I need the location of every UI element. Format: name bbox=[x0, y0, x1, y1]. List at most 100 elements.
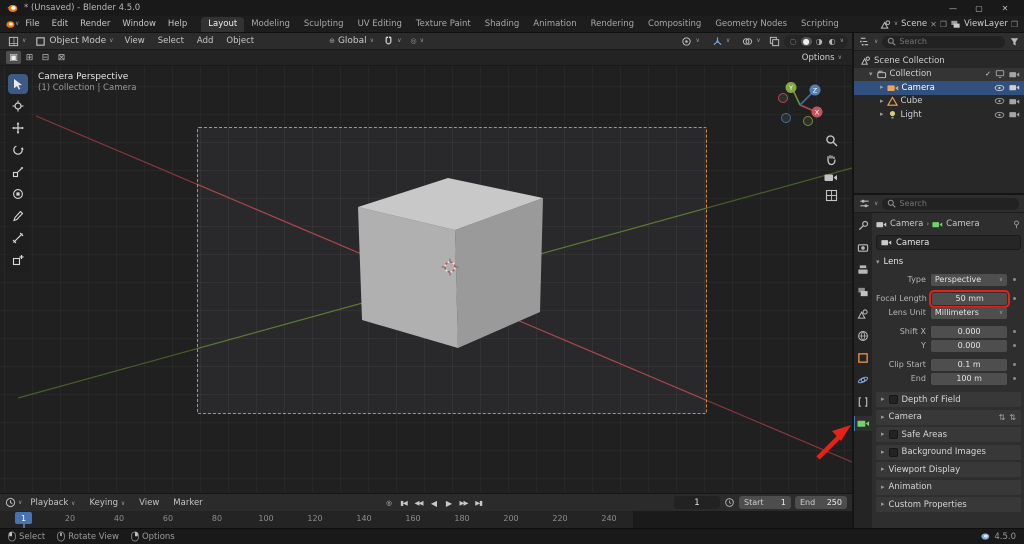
viewport-menu-object[interactable]: Object bbox=[220, 34, 260, 48]
close-button[interactable]: ✕ bbox=[992, 0, 1018, 16]
data-name-field[interactable] bbox=[876, 235, 1021, 250]
lens-unit-dropdown[interactable]: Millimeters ∨ bbox=[930, 306, 1008, 319]
section-expand-icon[interactable]: ▸ bbox=[881, 448, 885, 456]
tool-cursor[interactable] bbox=[8, 96, 28, 116]
overlays-toggle[interactable]: ∨ bbox=[738, 36, 764, 47]
tool-rotate[interactable] bbox=[8, 140, 28, 160]
properties-editor-caret-icon[interactable]: ∨ bbox=[874, 200, 878, 207]
animate-property-dot[interactable] bbox=[1007, 278, 1021, 281]
tab-view-layer[interactable] bbox=[854, 284, 872, 299]
timeline-view-menu[interactable]: View bbox=[133, 496, 165, 510]
outliner-search[interactable] bbox=[882, 35, 1006, 48]
object-visibility-filter[interactable]: ∨ bbox=[677, 36, 703, 47]
workspace-tab-layout[interactable]: Layout bbox=[201, 16, 245, 32]
shading-solid-icon[interactable]: ● bbox=[800, 36, 812, 46]
options-button[interactable]: Options ∨ bbox=[798, 53, 846, 63]
workspace-tab-rendering[interactable]: Rendering bbox=[584, 17, 641, 32]
timeline-editor-caret-icon[interactable]: ∨ bbox=[18, 499, 22, 506]
timeline-ruler[interactable]: 20 40 60 80 100 120 140 160 180 200 220 … bbox=[0, 511, 852, 529]
animate-property-dot[interactable] bbox=[1007, 344, 1021, 347]
section-animation[interactable]: ▸ Animation bbox=[876, 479, 1021, 495]
shading-wireframe-icon[interactable]: ◌ bbox=[788, 37, 799, 46]
section-depth-of-field[interactable]: ▸ Depth of Field bbox=[876, 392, 1021, 407]
render-visibility-icon[interactable] bbox=[1009, 110, 1020, 119]
render-visibility-icon[interactable] bbox=[1009, 70, 1020, 79]
timeline-marker-menu[interactable]: Marker bbox=[167, 496, 208, 510]
tool-annotate[interactable] bbox=[8, 206, 28, 226]
workspace-tab-shading[interactable]: Shading bbox=[478, 17, 527, 32]
grid-ortho-icon[interactable] bbox=[825, 189, 838, 202]
clip-end-field[interactable]: 100 m bbox=[930, 372, 1008, 385]
animate-property-dot[interactable] bbox=[1007, 330, 1021, 333]
section-background-images[interactable]: ▸ Background Images bbox=[876, 444, 1021, 460]
eye-icon[interactable] bbox=[994, 111, 1005, 119]
render-visibility-icon[interactable] bbox=[1009, 97, 1020, 106]
workspace-tab-modeling[interactable]: Modeling bbox=[244, 17, 297, 32]
outliner-row-scene-collection[interactable]: Scene Collection bbox=[854, 54, 1024, 68]
navigation-gizmo[interactable]: X Y Z bbox=[774, 78, 826, 130]
breadcrumb-object[interactable]: Camera bbox=[890, 219, 923, 229]
section-custom-properties[interactable]: ▸ Custom Properties bbox=[876, 497, 1021, 512]
shading-caret-icon[interactable]: ∨ bbox=[840, 38, 844, 44]
shading-rendered-icon[interactable]: ◐ bbox=[827, 37, 838, 46]
tab-object-data-camera[interactable] bbox=[854, 416, 872, 431]
scene-caret-icon[interactable]: ∨ bbox=[894, 21, 898, 27]
collection-checkbox-icon[interactable]: ✓ bbox=[985, 70, 991, 78]
shift-y-field[interactable]: 0.000 bbox=[930, 339, 1008, 352]
section-expand-icon[interactable]: ▸ bbox=[881, 466, 885, 473]
play-button[interactable]: ▶ bbox=[442, 497, 455, 510]
keying-clock-icon[interactable] bbox=[724, 497, 735, 508]
minimize-button[interactable]: — bbox=[940, 0, 966, 16]
select-mode-extend-icon[interactable]: ⊞ bbox=[22, 51, 37, 64]
clip-start-field[interactable]: 0.1 m bbox=[930, 358, 1008, 371]
safe-areas-checkbox[interactable] bbox=[888, 430, 898, 439]
jump-start-button[interactable]: ▮◀ bbox=[397, 497, 410, 510]
pin-icon[interactable] bbox=[1012, 220, 1021, 229]
preset-arrows-icon[interactable]: ⇅ bbox=[999, 413, 1006, 422]
shading-material-icon[interactable]: ◑ bbox=[814, 37, 825, 46]
tool-scale[interactable] bbox=[8, 162, 28, 182]
scene-selector[interactable]: Scene bbox=[901, 19, 927, 29]
tab-constraints[interactable] bbox=[854, 394, 872, 409]
screen-visibility-icon[interactable] bbox=[995, 69, 1005, 79]
scene-unlink-icon[interactable]: ✕ bbox=[930, 20, 937, 29]
transform-orientation-selector[interactable]: ⊕ Global ∨ bbox=[325, 36, 378, 46]
mode-selector[interactable]: Object Mode ∨ bbox=[31, 36, 117, 47]
maximize-button[interactable]: ▢ bbox=[966, 0, 992, 16]
tool-select-box[interactable] bbox=[8, 74, 28, 94]
editor-type-selector[interactable]: ∨ bbox=[4, 36, 30, 47]
viewlayer-selector[interactable]: ViewLayer bbox=[964, 19, 1008, 29]
gizmo-z-neg[interactable] bbox=[781, 113, 791, 123]
viewport-menu-select[interactable]: Select bbox=[152, 34, 190, 48]
collection-expand-icon[interactable]: ▾ bbox=[869, 70, 873, 78]
viewlayer-new-icon[interactable]: ❒ bbox=[1011, 20, 1018, 29]
playback-menu[interactable]: Playback ∨ bbox=[24, 496, 81, 510]
prev-keyframe-button[interactable]: ◀◀ bbox=[412, 497, 425, 510]
cube-expand-icon[interactable]: ▸ bbox=[880, 97, 884, 105]
xray-toggle-icon[interactable] bbox=[769, 36, 780, 47]
outliner-row-light[interactable]: ▸ Light bbox=[854, 108, 1024, 122]
camera-expand-icon[interactable]: ▸ bbox=[880, 84, 884, 91]
select-mode-intersect-icon[interactable]: ⊠ bbox=[54, 51, 69, 64]
menu-render[interactable]: Render bbox=[74, 17, 116, 31]
focal-length-field[interactable]: 50 mm bbox=[928, 289, 1011, 308]
tool-transform[interactable] bbox=[8, 184, 28, 204]
section-expand-icon[interactable]: ▸ bbox=[881, 431, 885, 438]
tool-measure[interactable] bbox=[8, 228, 28, 248]
background-images-checkbox[interactable] bbox=[888, 447, 898, 457]
tool-move[interactable] bbox=[8, 118, 28, 138]
section-camera[interactable]: ▸ Camera ⇅ ⇅ bbox=[876, 409, 1021, 425]
blender-menu-icon[interactable] bbox=[4, 19, 15, 30]
tab-output[interactable] bbox=[854, 262, 872, 277]
section-viewport-display[interactable]: ▸ Viewport Display bbox=[876, 462, 1021, 477]
section-safe-areas[interactable]: ▸ Safe Areas bbox=[876, 427, 1021, 442]
properties-search[interactable] bbox=[882, 197, 1019, 210]
camera-view-frame[interactable] bbox=[197, 127, 707, 414]
playhead[interactable]: 1 bbox=[15, 512, 32, 529]
gizmos-toggle[interactable]: ∨ bbox=[708, 36, 734, 47]
shift-x-field[interactable]: 0.000 bbox=[930, 325, 1008, 338]
properties-search-input[interactable] bbox=[899, 199, 1014, 208]
properties-editor-icon[interactable] bbox=[859, 198, 870, 209]
menu-file[interactable]: File bbox=[19, 17, 45, 31]
eye-icon[interactable] bbox=[994, 97, 1005, 105]
